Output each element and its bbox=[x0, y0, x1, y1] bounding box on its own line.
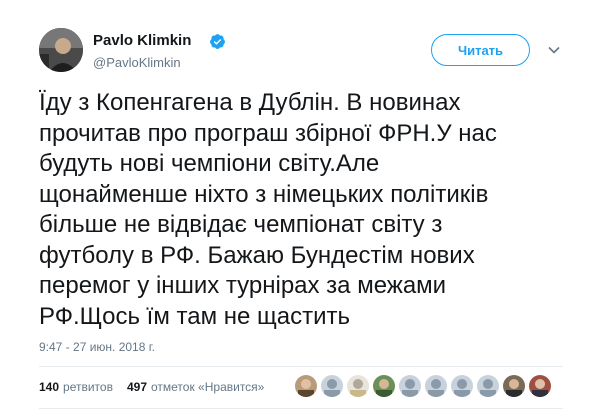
tweet-line: РФ.Щось їм там не щастить bbox=[39, 302, 351, 330]
retweets-label[interactable]: ретвитов bbox=[63, 380, 113, 394]
retweets-count[interactable]: 140 bbox=[39, 380, 59, 394]
likes-count[interactable]: 497 bbox=[127, 380, 147, 394]
liker-avatar[interactable] bbox=[399, 375, 421, 397]
liker-avatar[interactable] bbox=[373, 375, 395, 397]
tweet-card: Pavlo Klimkin @PavloKlimkin Читать Їду з… bbox=[0, 0, 600, 416]
divider bbox=[39, 408, 563, 409]
author-handle[interactable]: @PavloKlimkin bbox=[93, 55, 181, 70]
author-name[interactable]: Pavlo Klimkin bbox=[93, 32, 191, 49]
tweet-timestamp[interactable]: 9:47 - 27 июн. 2018 г. bbox=[39, 340, 155, 354]
tweet-stats: 140 ретвитов 497 отметок «Нравится» bbox=[39, 380, 264, 394]
chevron-down-icon[interactable] bbox=[546, 42, 562, 58]
liker-avatar[interactable] bbox=[347, 375, 369, 397]
tweet-line: більше не відвідає чемпіонат світу з bbox=[39, 211, 443, 238]
liker-avatar[interactable] bbox=[529, 375, 551, 397]
author-avatar[interactable] bbox=[39, 28, 83, 72]
tweet-line: будуть нові чемпіони світу.Але bbox=[39, 150, 380, 177]
likes-label[interactable]: отметок «Нравится» bbox=[151, 380, 264, 394]
tweet-line: прочитав про програш збірної ФРН.У нас bbox=[39, 119, 497, 147]
liker-avatar[interactable] bbox=[451, 375, 473, 397]
liker-avatars bbox=[295, 375, 551, 397]
liker-avatar[interactable] bbox=[321, 375, 343, 397]
follow-button[interactable]: Читать bbox=[431, 34, 530, 66]
tweet-line: щонайменше ніхто з німецьких політиків bbox=[39, 180, 489, 208]
tweet-line: перемог у інших турнірах за межами bbox=[39, 272, 447, 299]
tweet-line: Їду з Копенгагена в Дублін. В новинах bbox=[39, 89, 461, 116]
liker-avatar[interactable] bbox=[503, 375, 525, 397]
tweet-line: футболу в РФ. Бажаю Бундестім нових bbox=[39, 241, 475, 269]
liker-avatar[interactable] bbox=[425, 375, 447, 397]
divider bbox=[39, 366, 563, 367]
liker-avatar[interactable] bbox=[295, 375, 317, 397]
tweet-text: Їду з Копенгагена в Дублін. В новинах пр… bbox=[39, 88, 584, 332]
liker-avatar[interactable] bbox=[477, 375, 499, 397]
verified-badge-icon bbox=[210, 34, 225, 49]
